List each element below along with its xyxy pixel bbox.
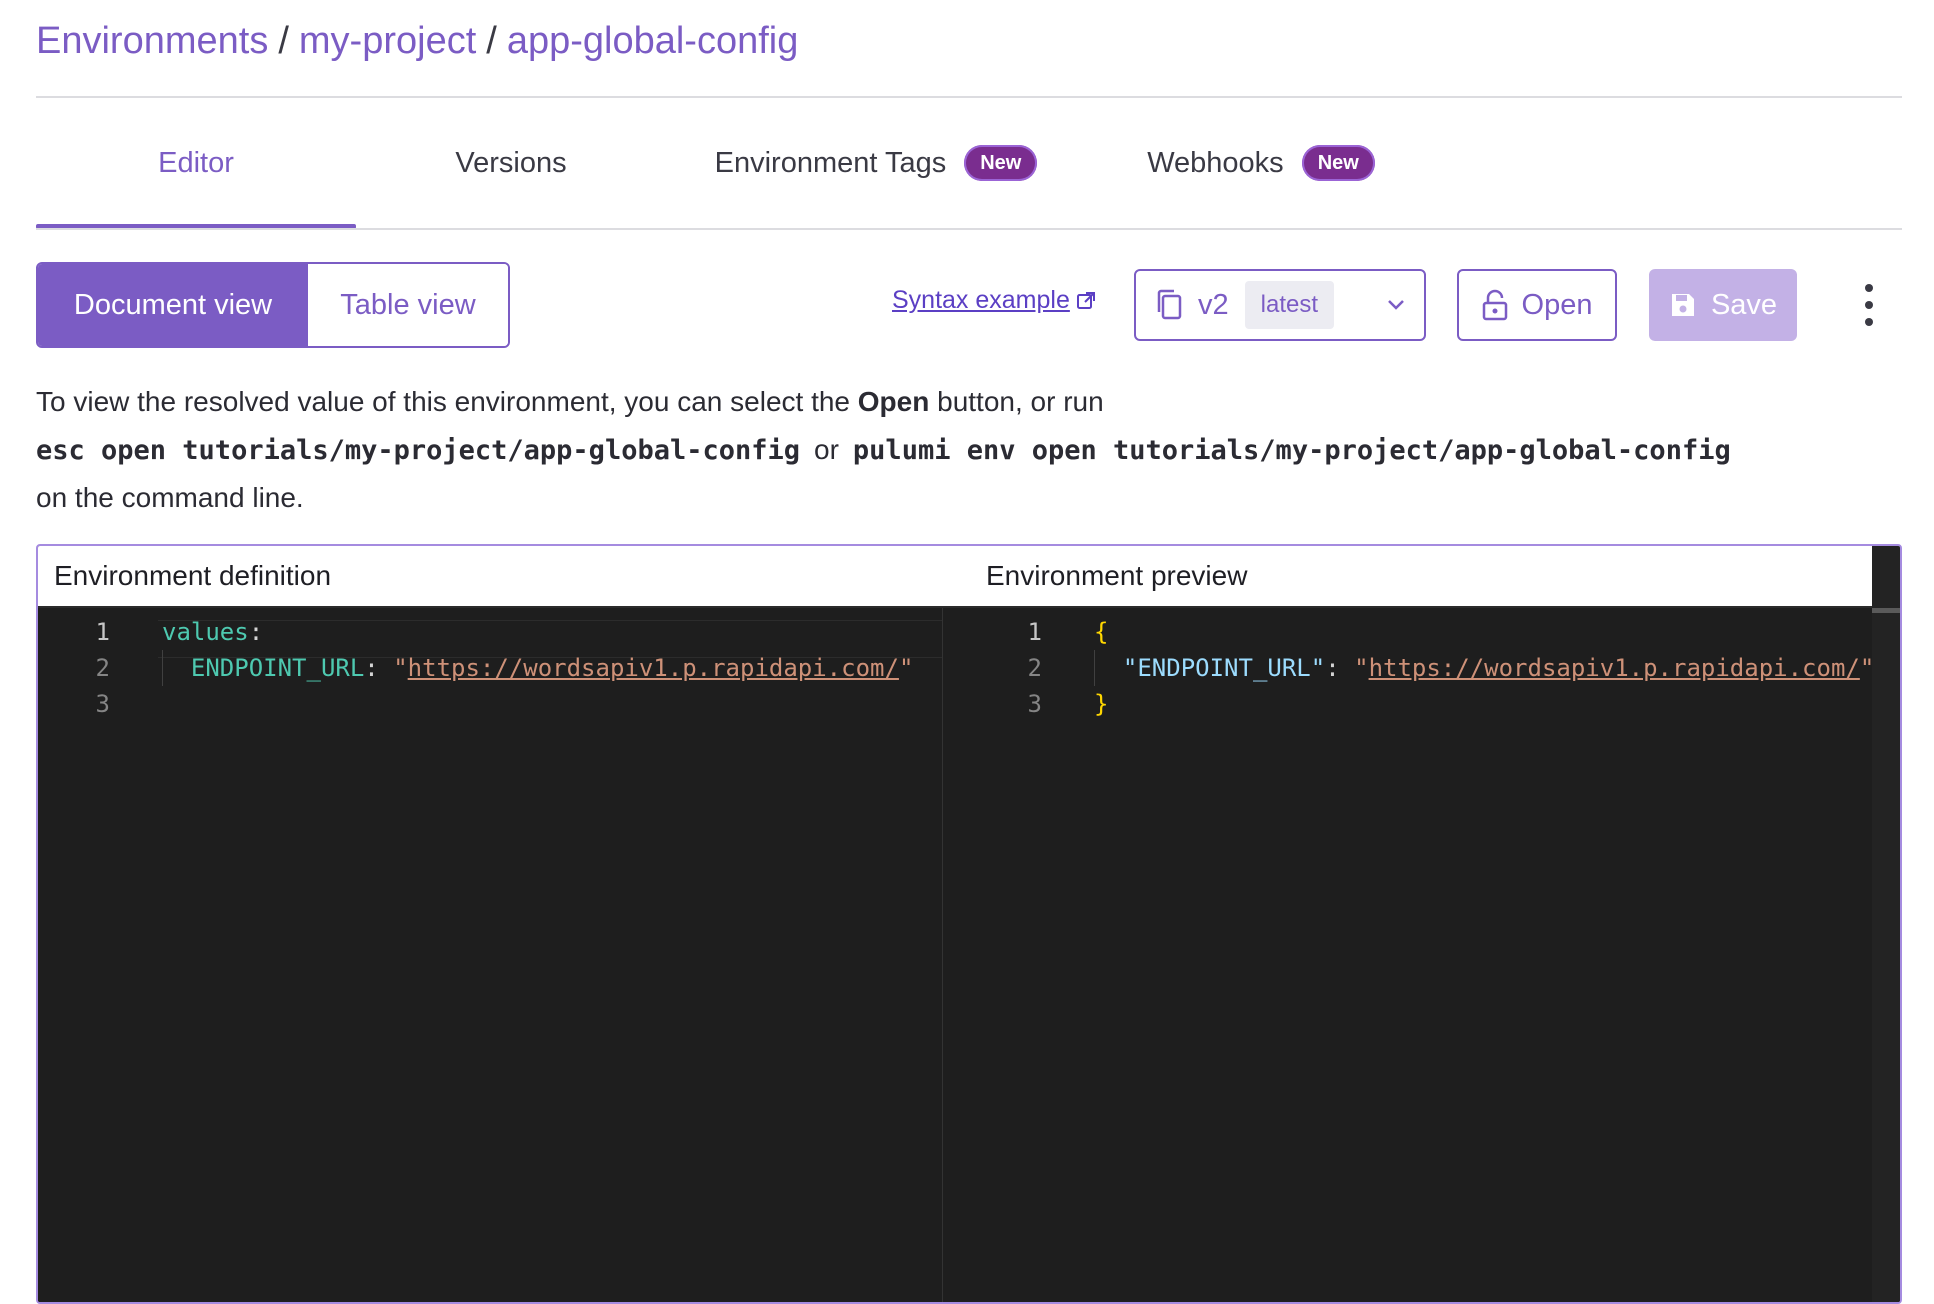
editor-header: Environment definition Environment previ… <box>38 546 1900 608</box>
line-number: 2 <box>95 654 110 682</box>
tab-editor[interactable]: Editor <box>36 100 356 226</box>
info-text: To view the resolved value of this envir… <box>36 386 850 417</box>
open-label: Open <box>1521 288 1593 321</box>
chevron-down-icon <box>1386 298 1406 312</box>
lock-icon <box>1482 289 1507 321</box>
tab-bar: Editor Versions Environment Tags New Web… <box>36 100 1902 230</box>
yaml-key-values: values <box>162 618 249 646</box>
version-selector[interactable]: v2 latest <box>1134 269 1426 341</box>
close-brace: } <box>1094 690 1109 718</box>
scrollbar[interactable] <box>1872 546 1900 1302</box>
more-options-icon[interactable] <box>1854 284 1884 326</box>
info-text: on the command line. <box>36 482 304 513</box>
breadcrumb-environments[interactable]: Environments <box>36 20 268 63</box>
code-line: 3 } <box>970 686 1872 722</box>
breadcrumb-project[interactable]: my-project <box>299 20 476 63</box>
view-toggle: Document view Table view <box>36 262 510 348</box>
json-key-endpoint: "ENDPOINT_URL" <box>1122 654 1326 682</box>
tab-versions[interactable]: Versions <box>366 100 656 226</box>
preview-title: Environment preview <box>986 560 1248 591</box>
definition-editor[interactable]: 1 values: 2 ENDPOINT_URL: "https://words… <box>38 608 943 1302</box>
syntax-example-link[interactable]: Syntax example <box>892 286 1096 315</box>
external-link-icon <box>1076 291 1095 309</box>
endpoint-url-value[interactable]: https://wordsapiv1.p.rapidapi.com/ <box>408 654 899 682</box>
tabs-divider <box>36 228 1902 230</box>
info-text: button, or run <box>937 386 1104 417</box>
scrollbar-thumb[interactable] <box>1872 608 1900 613</box>
endpoint-url-value[interactable]: https://wordsapiv1.p.rapidapi.com/ <box>1369 654 1860 682</box>
breadcrumb-separator: / <box>486 19 497 62</box>
latest-tag: latest <box>1244 281 1335 329</box>
code-line: 2 ENDPOINT_URL: "https://wordsapiv1.p.ra… <box>38 650 942 686</box>
save-label: Save <box>1710 288 1778 321</box>
header-divider <box>36 96 1902 98</box>
line-number: 1 <box>1027 618 1042 646</box>
tab-label: Environment Tags <box>714 146 947 179</box>
tab-label: Editor <box>158 146 234 179</box>
line-number: 3 <box>95 690 110 718</box>
breadcrumb-separator: / <box>278 19 289 62</box>
line-number: 2 <box>1027 654 1042 682</box>
definition-title: Environment definition <box>54 560 332 591</box>
breadcrumb: Environments / my-project / app-global-c… <box>36 14 798 68</box>
table-view-button[interactable]: Table view <box>308 264 508 346</box>
pulumi-command: pulumi env open tutorials/my-project/app… <box>852 435 1731 466</box>
tab-label: Versions <box>455 146 567 179</box>
version-number: v2 <box>1198 288 1229 321</box>
code-line: 1 { <box>970 614 1872 650</box>
open-brace: { <box>1094 618 1109 646</box>
syntax-example-label: Syntax example <box>892 286 1070 314</box>
line-number: 3 <box>1027 690 1042 718</box>
yaml-key-endpoint: ENDPOINT_URL <box>190 654 365 682</box>
new-badge: New <box>964 145 1038 181</box>
esc-command: esc open tutorials/my-project/app-global… <box>36 435 801 466</box>
code-line: 3 <box>38 686 942 722</box>
editor-panel: Environment definition Environment previ… <box>36 544 1902 1304</box>
save-button[interactable]: Save <box>1649 269 1797 341</box>
resolve-instructions: To view the resolved value of this envir… <box>36 378 1731 522</box>
tab-environment-tags[interactable]: Environment Tags New <box>686 100 1066 226</box>
info-open-keyword: Open <box>857 386 930 417</box>
info-or: or <box>814 434 839 465</box>
open-button[interactable]: Open <box>1457 269 1617 341</box>
document-view-button[interactable]: Document view <box>38 264 308 346</box>
copy-icon[interactable] <box>1154 288 1184 322</box>
preview-editor[interactable]: 1 { 2 "ENDPOINT_URL": "https://wordsapiv… <box>970 608 1875 1302</box>
code-line: 2 "ENDPOINT_URL": "https://wordsapiv1.p.… <box>970 650 1875 686</box>
tab-label: Webhooks <box>1147 146 1284 179</box>
code-line: 1 values: <box>38 614 942 650</box>
new-badge: New <box>1301 145 1375 181</box>
tab-webhooks[interactable]: Webhooks New <box>1096 100 1426 226</box>
save-icon <box>1671 294 1694 316</box>
line-number: 1 <box>95 618 110 646</box>
breadcrumb-environment[interactable]: app-global-config <box>507 20 799 63</box>
